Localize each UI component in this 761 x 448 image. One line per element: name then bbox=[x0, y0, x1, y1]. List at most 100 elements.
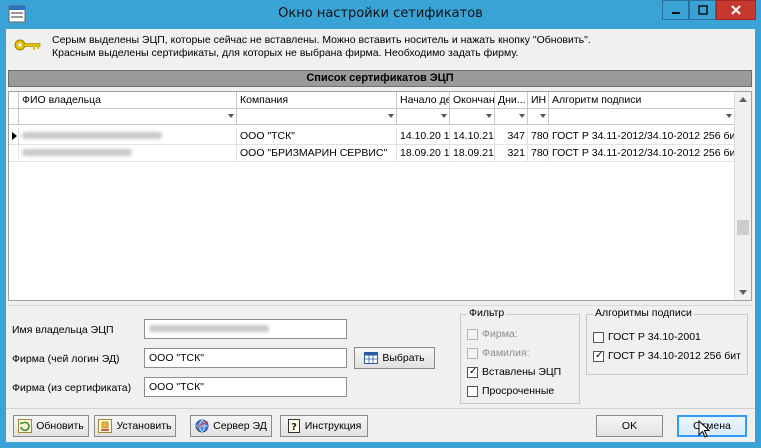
key-icon bbox=[14, 39, 41, 51]
chevron-down-icon bbox=[519, 114, 525, 118]
firm-cert-field[interactable]: ООО "ТСК" bbox=[144, 377, 347, 397]
cell-owner[interactable] bbox=[19, 128, 237, 145]
globe-icon bbox=[195, 419, 209, 433]
current-row-indicator bbox=[9, 128, 19, 145]
algorithm-2001-checkbox[interactable]: ГОСТ Р 34.10-2001 bbox=[593, 331, 701, 343]
refresh-button[interactable]: Обновить bbox=[13, 415, 89, 437]
close-icon bbox=[731, 5, 741, 15]
algorithm-2012-checkbox[interactable]: ✓ ГОСТ Р 34.10-2012 256 бит bbox=[593, 350, 741, 362]
scrollbar-thumb[interactable] bbox=[737, 220, 749, 235]
cell-days[interactable]: 347 bbox=[495, 128, 528, 145]
firm-login-label: Фирма (чей логин ЭД) bbox=[12, 353, 120, 365]
scroll-up-icon[interactable] bbox=[739, 97, 747, 102]
minimize-icon bbox=[671, 12, 680, 14]
cell-end[interactable]: 18.09.21 ' bbox=[450, 145, 495, 162]
cell-inn[interactable]: 780 bbox=[528, 128, 549, 145]
cell-start[interactable]: 14.10.20 1 bbox=[397, 128, 450, 145]
checkbox-box bbox=[467, 347, 478, 359]
minimize-button[interactable] bbox=[662, 0, 689, 20]
server-button[interactable]: Сервер ЭД bbox=[190, 415, 272, 437]
chevron-down-icon bbox=[726, 114, 732, 118]
grid-title: Список сертификатов ЭЦП bbox=[8, 70, 752, 87]
manual-button[interactable]: ? Инструкция bbox=[280, 415, 368, 437]
checkbox-box: ✓ bbox=[593, 349, 604, 362]
filter-expired-label: Просроченные bbox=[482, 385, 555, 397]
checkbox-box bbox=[593, 331, 604, 343]
filter-algorithm[interactable] bbox=[549, 109, 735, 125]
cell-company[interactable]: ООО "БРИЗМАРИН СЕРВИС" bbox=[237, 145, 397, 162]
row-indicator-header bbox=[9, 92, 19, 109]
filter-group: Фильтр Фирма: Фамилия: ✓ Вставлены ЭЦП П… bbox=[460, 307, 580, 404]
refresh-label: Обновить bbox=[36, 420, 84, 432]
col-header-inn[interactable]: ИН bbox=[528, 92, 549, 109]
col-header-company[interactable]: Компания bbox=[237, 92, 397, 109]
close-button[interactable] bbox=[716, 0, 756, 20]
filter-group-title: Фильтр bbox=[467, 307, 507, 319]
select-firm-label: Выбрать bbox=[382, 352, 425, 364]
chevron-down-icon bbox=[388, 114, 394, 118]
redacted-owner-name bbox=[22, 132, 162, 139]
cell-algorithm[interactable]: ГОСТ Р 34.11-2012/34.10-2012 256 бит bbox=[549, 128, 735, 145]
chevron-down-icon bbox=[228, 114, 234, 118]
row-indicator bbox=[9, 145, 19, 162]
dialog-client-area: Серым выделены ЭЦП, которые сейчас не вс… bbox=[6, 29, 755, 442]
install-button[interactable]: Установить bbox=[94, 415, 176, 437]
col-header-start[interactable]: Начало де bbox=[397, 92, 450, 109]
owner-label: Имя владельца ЭЦП bbox=[12, 324, 114, 336]
info-line-red: Красным выделены сертификаты, для которы… bbox=[52, 47, 519, 59]
window-title: Окно настройки сетификатов bbox=[278, 6, 483, 21]
redacted-owner-name bbox=[22, 149, 132, 156]
filter-inserted-label: Вставлены ЭЦП bbox=[482, 366, 562, 378]
install-label: Установить bbox=[116, 420, 172, 432]
mouse-cursor-icon bbox=[698, 420, 711, 438]
filter-firm-label: Фирма: bbox=[482, 328, 518, 340]
select-firm-button[interactable]: Выбрать bbox=[354, 347, 435, 369]
algorithm-2012-label: ГОСТ Р 34.10-2012 256 бит bbox=[608, 350, 741, 362]
redacted-owner-value bbox=[149, 325, 269, 332]
filter-expired-checkbox[interactable]: Просроченные bbox=[467, 385, 554, 397]
filter-surname-checkbox[interactable]: Фамилия: bbox=[467, 347, 530, 359]
cell-days[interactable]: 321 bbox=[495, 145, 528, 162]
cell-end[interactable]: 14.10.21 ' bbox=[450, 128, 495, 145]
chevron-down-icon bbox=[540, 114, 546, 118]
filter-surname-label: Фамилия: bbox=[482, 347, 530, 359]
cancel-button[interactable]: Отмена bbox=[677, 415, 747, 437]
svg-text:?: ? bbox=[291, 422, 297, 433]
details-panel: Имя владельца ЭЦП Фирма (чей логин ЭД) О… bbox=[8, 305, 752, 408]
filter-indicator bbox=[9, 109, 19, 125]
checkbox-box bbox=[467, 385, 478, 397]
maximize-icon bbox=[697, 5, 708, 15]
col-header-algorithm[interactable]: Алгоритм подписи bbox=[549, 92, 735, 109]
filter-company[interactable] bbox=[237, 109, 397, 125]
checkmark-icon: ✓ bbox=[595, 349, 604, 361]
filter-end[interactable] bbox=[450, 109, 495, 125]
certificates-grid[interactable]: ФИО владельца Компания Начало де Окончан… bbox=[8, 91, 752, 301]
chevron-down-icon bbox=[486, 114, 492, 118]
title-bar[interactable]: Окно настройки сетификатов bbox=[0, 0, 761, 28]
checkbox-box: ✓ bbox=[467, 366, 478, 378]
ok-button[interactable]: OK bbox=[596, 415, 663, 437]
maximize-button[interactable] bbox=[689, 0, 716, 20]
col-header-owner[interactable]: ФИО владельца bbox=[19, 92, 237, 109]
col-header-days[interactable]: Дни... bbox=[495, 92, 528, 109]
filter-firm-checkbox[interactable]: Фирма: bbox=[467, 328, 518, 340]
filter-start[interactable] bbox=[397, 109, 450, 125]
certificate-settings-window: Окно настройки сетификатов Серым выделен… bbox=[0, 0, 761, 448]
grid-vertical-scrollbar[interactable] bbox=[734, 92, 751, 300]
firm-cert-label: Фирма (из сертификата) bbox=[12, 382, 132, 394]
filter-inn[interactable] bbox=[528, 109, 549, 125]
cell-inn[interactable]: 780 bbox=[528, 145, 549, 162]
manual-label: Инструкция bbox=[304, 420, 362, 432]
cell-company[interactable]: ООО "ТСК" bbox=[237, 128, 397, 145]
filter-owner[interactable] bbox=[19, 109, 237, 125]
firm-login-field[interactable]: ООО "ТСК" bbox=[144, 348, 347, 368]
cell-owner[interactable] bbox=[19, 145, 237, 162]
scroll-down-icon[interactable] bbox=[739, 290, 747, 295]
filter-inserted-checkbox[interactable]: ✓ Вставлены ЭЦП bbox=[467, 366, 561, 378]
col-header-end[interactable]: Окончан bbox=[450, 92, 495, 109]
cell-start[interactable]: 18.09.20 1 bbox=[397, 145, 450, 162]
cell-algorithm[interactable]: ГОСТ Р 34.11-2012/34.10-2012 256 бит bbox=[549, 145, 735, 162]
owner-name-field[interactable] bbox=[144, 319, 347, 339]
info-line-gray: Серым выделены ЭЦП, которые сейчас не вс… bbox=[52, 34, 591, 46]
filter-days[interactable] bbox=[495, 109, 528, 125]
